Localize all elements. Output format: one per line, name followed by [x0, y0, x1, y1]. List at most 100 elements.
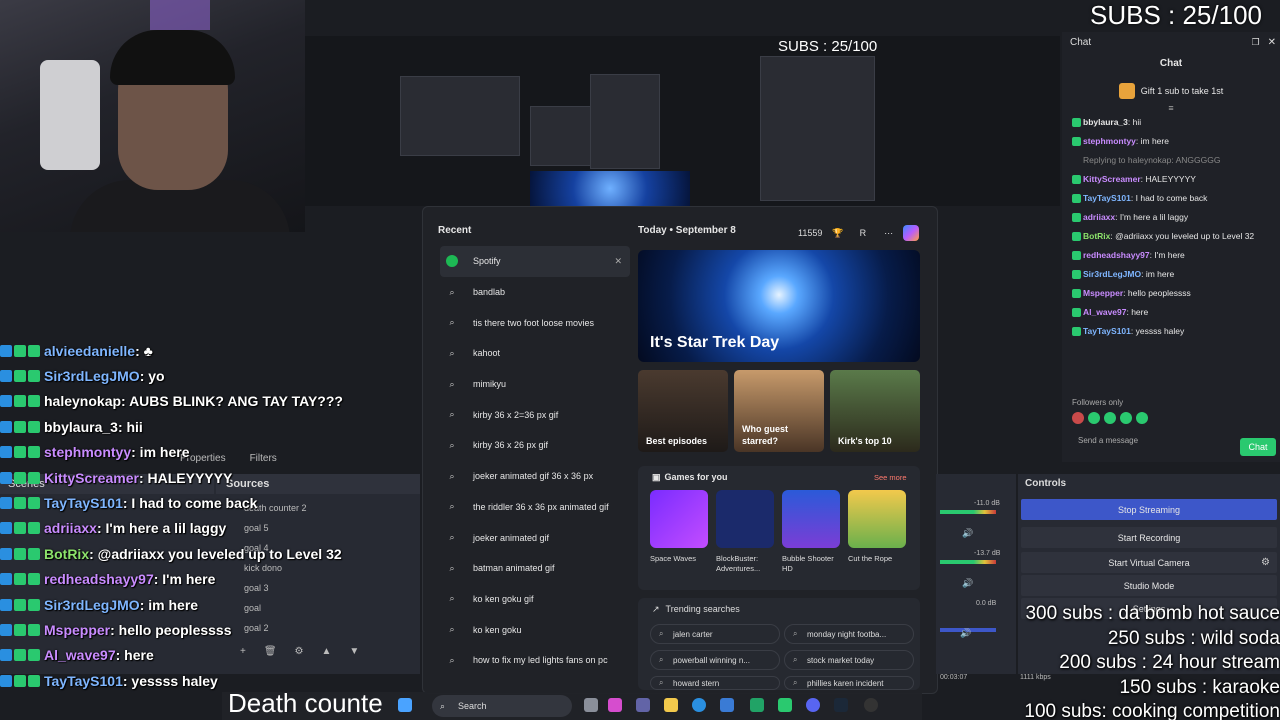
star-trek-day-hero[interactable]: It's Star Trek Day	[638, 250, 920, 362]
chat-username[interactable]: Sir3rdLegJMO	[44, 368, 140, 384]
windows-start-icon[interactable]	[398, 698, 412, 712]
move-up-icon[interactable]: ▲	[322, 646, 332, 657]
more-options-icon[interactable]: ⋯	[876, 228, 893, 239]
emote-icon[interactable]	[1104, 412, 1116, 424]
avatar[interactable]: R	[854, 228, 867, 238]
source-item[interactable]: goal	[216, 598, 420, 618]
file-explorer-icon[interactable]	[664, 698, 678, 712]
message-input[interactable]: Send a message	[1078, 436, 1152, 446]
chat-username[interactable]: Replying to haleynokap: ANGGGGG	[1083, 155, 1221, 165]
edge-icon[interactable]	[692, 698, 706, 712]
chat-username[interactable]: BotRix	[44, 546, 89, 562]
chat-username[interactable]: adriiaxx	[44, 520, 97, 536]
trending-chip[interactable]: ⌕ monday night footba...	[784, 624, 914, 644]
chat-username[interactable]: Sir3rdLegJMO	[44, 597, 140, 613]
recent-item[interactable]: Spotify ✕	[440, 246, 630, 277]
chat-username[interactable]: TayTayS101	[44, 673, 123, 689]
gear-icon[interactable]: ⚙	[295, 646, 304, 657]
chat-username[interactable]: Al_wave97	[1083, 307, 1126, 317]
chat-username[interactable]: bbylaura_3	[1083, 117, 1128, 127]
recent-item[interactable]: ⌕ kirby 36 x 2=36 px gif	[440, 399, 630, 430]
emote-icon[interactable]	[1136, 412, 1148, 424]
filters-tab[interactable]: Filters	[250, 453, 277, 464]
tile-best-episodes[interactable]: Best episodes	[638, 370, 728, 452]
trending-chip[interactable]: ⌕ howard stern	[650, 676, 780, 690]
volume-icon[interactable]: 🔊	[962, 528, 973, 539]
task-view-icon[interactable]	[584, 698, 598, 712]
recent-item[interactable]: ⌕ how to fix my led lights fans on pc	[440, 645, 630, 676]
chat-username[interactable]: stephmontyy	[44, 444, 131, 460]
move-down-icon[interactable]: ▼	[349, 646, 359, 657]
chat-username[interactable]: TayTayS101	[44, 495, 123, 511]
stop-streaming-button[interactable]: Stop Streaming	[1021, 499, 1277, 520]
recent-item[interactable]: ⌕ the riddler 36 x 36 px animated gif	[440, 492, 630, 523]
trending-chip[interactable]: ⌕ stock market today	[784, 650, 914, 670]
trending-chip[interactable]: ⌕ powerball winning n...	[650, 650, 780, 670]
emote-icon[interactable]	[1120, 412, 1132, 424]
chat-username[interactable]: stephmontyy	[1083, 136, 1136, 146]
obs-icon[interactable]	[864, 698, 878, 712]
chat-username[interactable]: redheadshayy97	[44, 571, 154, 587]
start-virtual-camera-button[interactable]: Start Virtual Camera	[1021, 552, 1277, 573]
copilot-icon[interactable]	[903, 225, 920, 241]
emote-icon[interactable]	[1072, 412, 1084, 424]
emote-icon[interactable]	[1088, 412, 1100, 424]
chat-username[interactable]: bbylaura_3	[44, 419, 118, 435]
chat-username[interactable]: Sir3rdLegJMO	[1083, 269, 1141, 279]
studio-mode-button[interactable]: Studio Mode	[1021, 575, 1277, 596]
close-icon[interactable]: ✕	[614, 256, 622, 267]
rewards-points[interactable]: 11559	[798, 228, 822, 238]
recent-item[interactable]: ⌕ tis there two foot loose movies	[440, 307, 630, 338]
see-more-link[interactable]: See more	[874, 473, 907, 482]
add-source-icon[interactable]: +	[240, 646, 246, 657]
chat-username[interactable]: Mspepper	[1083, 288, 1123, 298]
chat-username[interactable]: adriiaxx	[1083, 212, 1115, 222]
start-recording-button[interactable]: Start Recording	[1021, 527, 1277, 548]
recent-item[interactable]: ⌕ joeker animated gif 36 x 36 px	[440, 461, 630, 492]
recent-item[interactable]: ⌕ kirby 36 x 26 px gif	[440, 430, 630, 461]
trash-icon[interactable]: 🗑	[264, 646, 277, 657]
source-item[interactable]: goal 2	[216, 618, 420, 638]
chat-username[interactable]: haleynokap	[44, 393, 121, 409]
volume-icon[interactable]: 🔊	[962, 578, 973, 589]
float-icon[interactable]: ❐	[1252, 37, 1260, 48]
rewards-icon[interactable]: 🏆	[832, 228, 843, 239]
steam-icon[interactable]	[834, 698, 848, 712]
gear-icon[interactable]: ⚙	[1261, 557, 1270, 568]
source-item[interactable]: goal 3	[216, 578, 420, 598]
discord-icon[interactable]	[806, 698, 820, 712]
chat-username[interactable]: KittyScreamer	[44, 470, 139, 486]
chat-username[interactable]: alvieedanielle	[44, 343, 135, 359]
recent-item[interactable]: ⌕ joeker animated gif	[440, 522, 630, 553]
recent-item[interactable]: ⌕ mimikyu	[440, 369, 630, 400]
chat-send-button[interactable]: Chat	[1240, 438, 1276, 456]
recent-item[interactable]: ⌕ batman animated gif	[440, 553, 630, 584]
chat-username[interactable]: redheadshayy97	[1083, 250, 1150, 260]
game-blockbuster[interactable]	[716, 490, 774, 548]
teams-icon[interactable]	[636, 698, 650, 712]
copilot-taskbar-icon[interactable]	[608, 698, 622, 712]
recent-item[interactable]: ⌕ kahoot	[440, 338, 630, 369]
tile-who-guest-starred[interactable]: Who guest starred?	[734, 370, 824, 452]
recent-item[interactable]: ⌕ ko ken goku gif	[440, 584, 630, 615]
taskbar-search[interactable]: ⌕ Search	[432, 695, 572, 717]
close-icon[interactable]: ✕	[1268, 37, 1276, 48]
chat-username[interactable]: Al_wave97	[44, 647, 116, 663]
recent-item[interactable]: ⌕ ko ken goku	[440, 614, 630, 645]
chat-username[interactable]: Mspepper	[44, 622, 110, 638]
trending-chip[interactable]: ⌕ jalen carter	[650, 624, 780, 644]
chat-username[interactable]: TayTayS101	[1083, 193, 1131, 203]
chat-username[interactable]: KittyScreamer	[1083, 174, 1141, 184]
game-bubble-shooter[interactable]	[782, 490, 840, 548]
trending-chip[interactable]: ⌕ phillies karen incident	[784, 676, 914, 690]
store-icon[interactable]	[720, 698, 734, 712]
chat-username[interactable]: BotRix	[1083, 231, 1110, 241]
scroll-down-icon[interactable]: ≡	[1062, 103, 1280, 113]
source-item[interactable]: goal 5	[216, 518, 420, 538]
tile-kirks-top-10[interactable]: Kirk's top 10	[830, 370, 920, 452]
game-space-waves[interactable]	[650, 490, 708, 548]
excel-icon[interactable]	[750, 698, 764, 712]
game-cut-the-rope[interactable]	[848, 490, 906, 548]
recent-item[interactable]: ⌕ bandlab	[440, 277, 630, 308]
gift-sub-banner[interactable]: Gift 1 sub to take 1st	[1062, 83, 1280, 99]
